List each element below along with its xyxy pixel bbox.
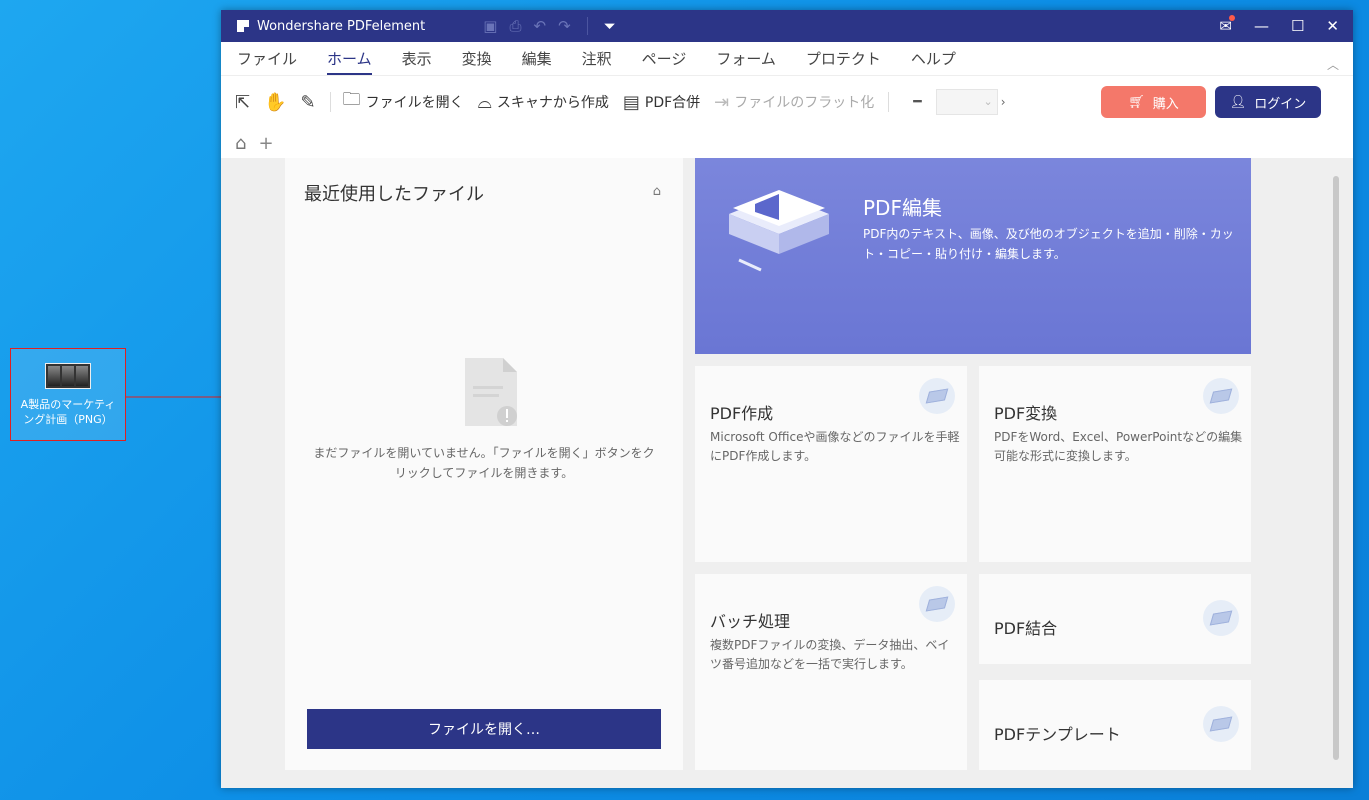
open-file-main-button[interactable]: ファイルを開く…: [307, 709, 661, 749]
menu-home[interactable]: ホーム: [327, 48, 382, 75]
pdf-template-card[interactable]: PDFテンプレート: [979, 680, 1251, 770]
home-tab-icon[interactable]: ⌂: [235, 133, 246, 154]
pdf-edit-description: PDF内のテキスト、画像、及び他のオブジェクトを追加・削除・カット・コピー・貼り…: [863, 227, 1234, 261]
desktop-file-label: A製品のマーケティング計画（PNG）: [20, 398, 116, 426]
pdf-edit-card[interactable]: PDF編集 PDF内のテキスト、画像、及び他のオブジェクトを追加・削除・カット・…: [695, 158, 1251, 354]
zoom-select[interactable]: ⌄: [935, 89, 998, 115]
cursor-icon: ⇱: [235, 91, 251, 113]
menu-help[interactable]: ヘルプ: [911, 48, 966, 75]
select-tool[interactable]: ⇱: [235, 92, 250, 113]
hand-tool[interactable]: ✋: [264, 92, 286, 113]
scanner-icon: ⌓: [477, 91, 492, 113]
edit-tool[interactable]: ✎: [301, 92, 316, 113]
login-label: ログイン: [1254, 96, 1307, 112]
tab-row: ⌂ +: [221, 128, 1353, 158]
quick-access-dropdown-icon[interactable]: ⏷: [604, 17, 616, 35]
maximize-icon[interactable]: ☐: [1291, 17, 1304, 35]
menu-bar: ファイル ホーム 表示 変換 編集 注釈 ページ フォーム プロテクト ヘルプ …: [221, 42, 1353, 76]
batch-process-icon: [919, 586, 955, 622]
merge-button[interactable]: ▤ PDF合併: [623, 92, 700, 113]
desktop-file-icon[interactable]: A製品のマーケティング計画（PNG）: [10, 348, 126, 441]
pdf-combine-icon: [1203, 600, 1239, 636]
scanner-button[interactable]: ⌓ スキャナから作成: [478, 92, 609, 113]
pdf-create-description: Microsoft Officeや画像などのファイルを手軽にPDF作成します。: [710, 430, 960, 463]
image-thumbnail: [45, 363, 91, 389]
menu-protect[interactable]: プロテクト: [806, 48, 891, 75]
flatten-icon: ⇥: [714, 91, 730, 113]
flatten-label: ファイルのフラット化: [734, 95, 875, 111]
login-button[interactable]: 👤︎ ログイン: [1215, 86, 1321, 118]
menu-convert[interactable]: 変換: [462, 48, 502, 75]
home-content: 最近使用したファイル ⌂ まだファイルを開いていません。「ファイルを開く」ボタン…: [221, 158, 1353, 788]
minimize-icon[interactable]: —: [1254, 17, 1269, 35]
pdf-combine-card[interactable]: PDF結合: [979, 574, 1251, 664]
buy-button[interactable]: 🛒︎ 購入: [1101, 86, 1206, 118]
pdf-combine-title: PDF結合: [994, 619, 1058, 638]
menu-page[interactable]: ページ: [642, 48, 697, 75]
scanner-label: スキャナから作成: [496, 95, 609, 111]
recent-files-panel: 最近使用したファイル ⌂ まだファイルを開いていません。「ファイルを開く」ボタン…: [285, 158, 683, 770]
app-window: Wondershare PDFelement ▣ ⎙ ↶ ↷ ⏷ ✉ — ☐ ✕…: [221, 10, 1353, 788]
open-file-button[interactable]: 🗀 ファイルを開く: [343, 87, 464, 117]
clear-list-icon[interactable]: ⌂: [653, 184, 661, 199]
divider: [586, 17, 588, 35]
pdf-edit-title: PDF編集: [863, 196, 942, 220]
pdf-convert-description: PDFをWord、Excel、PowerPointなどの編集可能な形式に変換しま…: [994, 430, 1243, 463]
folder-icon: 🗀: [342, 89, 361, 110]
mail-icon[interactable]: ✉: [1219, 15, 1235, 35]
divider: [329, 92, 331, 112]
divider: [888, 92, 890, 112]
zoom-out-icon[interactable]: ━: [913, 94, 921, 110]
empty-state-message: まだファイルを開いていません。「ファイルを開く」ボタンをクリックしてファイルを開…: [313, 446, 655, 480]
menu-form[interactable]: フォーム: [716, 48, 786, 75]
menu-file[interactable]: ファイル: [237, 48, 307, 75]
collapse-ribbon-icon[interactable]: ︿: [1327, 56, 1339, 73]
toolbar-more-icon[interactable]: ›: [1001, 95, 1006, 109]
flatten-button[interactable]: ⇥ ファイルのフラット化: [714, 92, 874, 113]
recent-files-title: 最近使用したファイル: [304, 184, 484, 205]
pdf-template-icon: [1203, 706, 1239, 742]
edit-icon: ✎: [300, 91, 316, 113]
app-logo-icon: [237, 20, 249, 32]
empty-document-icon: [465, 358, 517, 426]
merge-icon: ▤: [622, 91, 640, 113]
notification-dot: [1228, 15, 1235, 21]
batch-process-card[interactable]: バッチ処理 複数PDFファイルの変換、データ抽出、ベイツ番号追加などを一括で実行…: [695, 574, 967, 770]
new-tab-icon[interactable]: +: [258, 133, 273, 154]
vertical-scrollbar[interactable]: [1333, 176, 1339, 760]
menu-edit[interactable]: 編集: [522, 48, 562, 75]
pdf-convert-title: PDF変換: [994, 404, 1058, 423]
batch-process-description: 複数PDFファイルの変換、データ抽出、ベイツ番号追加などを一括で実行します。: [710, 638, 950, 671]
pdf-create-icon: [919, 378, 955, 414]
pdf-convert-icon: [1203, 378, 1239, 414]
pdf-create-title: PDF作成: [710, 404, 774, 423]
close-icon[interactable]: ✕: [1326, 17, 1339, 35]
user-icon: 👤︎: [1229, 94, 1247, 110]
menu-annotate[interactable]: 注釈: [582, 48, 622, 75]
pdf-create-card[interactable]: PDF作成 Microsoft Officeや画像などのファイルを手軽にPDF作…: [695, 366, 967, 562]
pdf-template-title: PDFテンプレート: [994, 725, 1121, 744]
batch-process-title: バッチ処理: [710, 612, 791, 631]
pdf-convert-card[interactable]: PDF変換 PDFをWord、Excel、PowerPointなどの編集可能な形…: [979, 366, 1251, 562]
pdf-edit-illustration: [729, 190, 829, 272]
cart-icon: 🛒︎: [1128, 94, 1145, 110]
merge-label: PDF合併: [644, 95, 701, 111]
undo-icon[interactable]: ↶: [533, 17, 546, 35]
menu-view[interactable]: 表示: [402, 48, 442, 75]
redo-icon[interactable]: ↷: [558, 17, 571, 35]
ribbon-toolbar: ⇱ ✋ ✎ 🗀 ファイルを開く ⌓ スキャナから作成 ▤ PDF合併 ⇥ ファイ…: [221, 76, 1353, 128]
app-title: Wondershare PDFelement: [257, 18, 426, 34]
title-bar: Wondershare PDFelement ▣ ⎙ ↶ ↷ ⏷ ✉ — ☐ ✕: [221, 10, 1353, 42]
open-file-label: ファイルを開く: [365, 95, 464, 111]
hand-icon: ✋: [264, 91, 287, 113]
save-icon[interactable]: ▣: [483, 17, 497, 35]
print-icon[interactable]: ⎙: [509, 17, 521, 35]
buy-label: 購入: [1152, 96, 1179, 112]
